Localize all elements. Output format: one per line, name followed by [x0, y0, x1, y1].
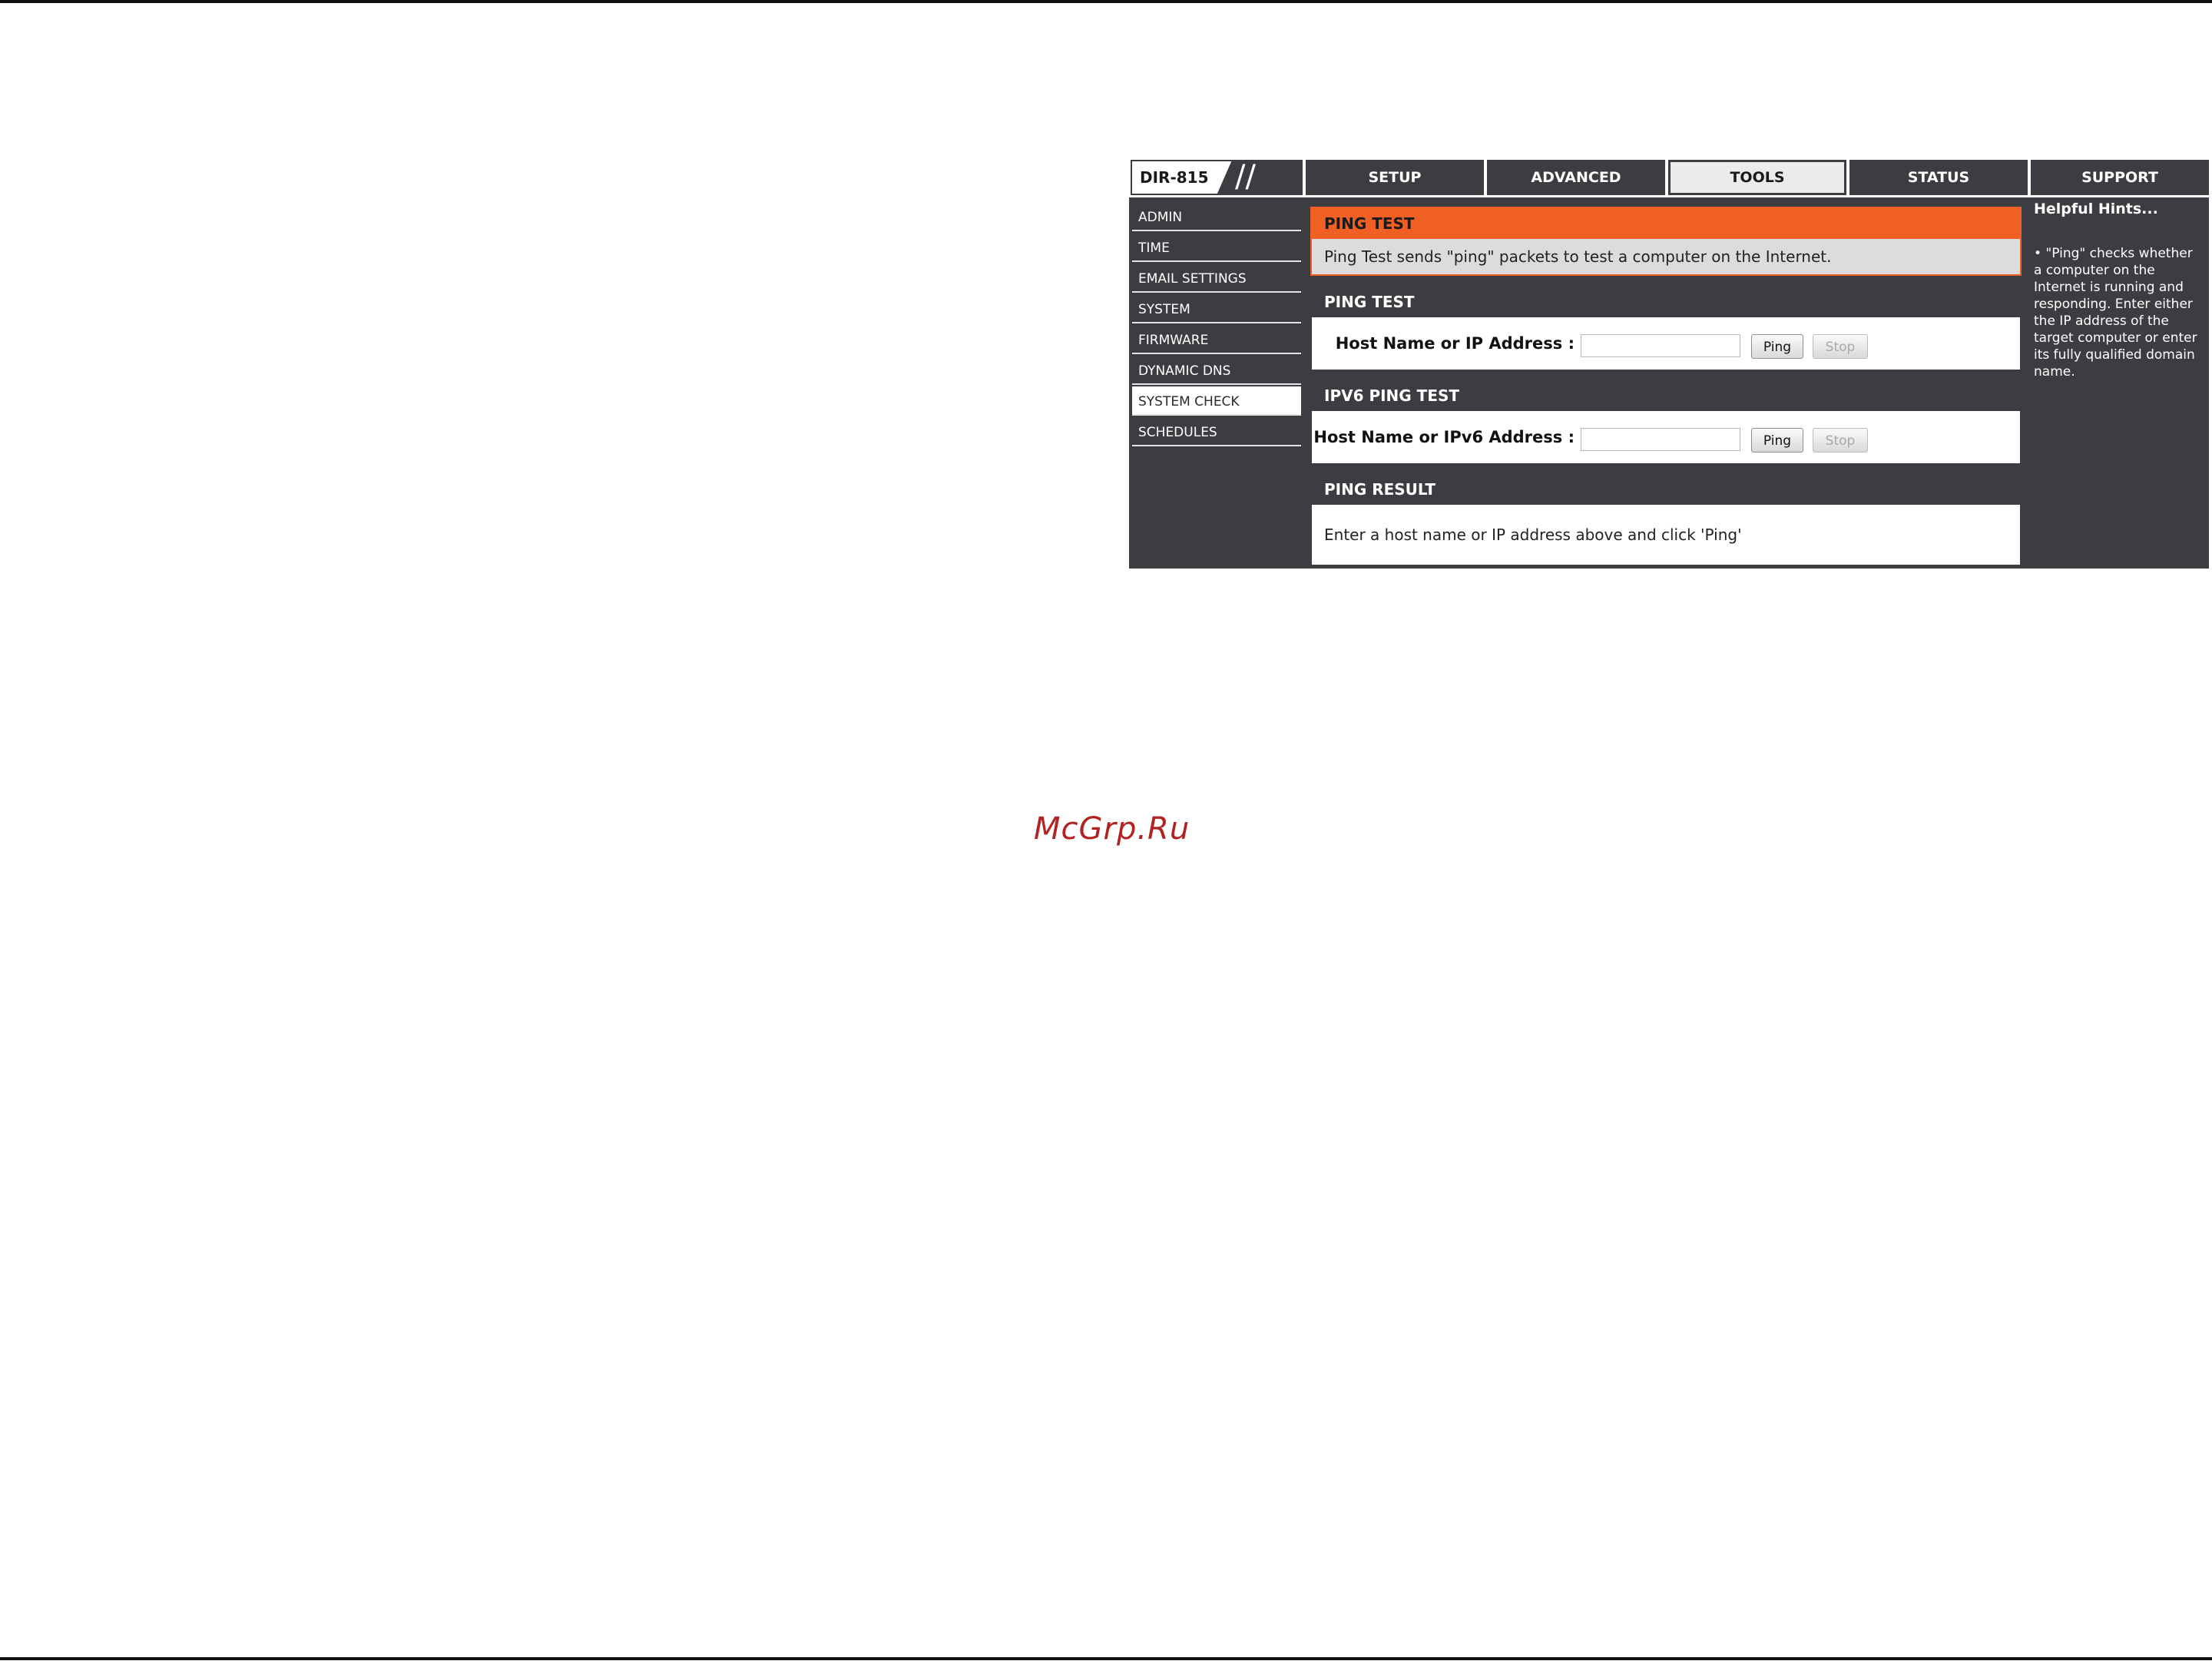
tab-support[interactable]: SUPPORT	[2031, 160, 2209, 195]
sidebar-item-firmware[interactable]: FIRMWARE	[1132, 325, 1301, 354]
hints-title: Helpful Hints...	[2034, 201, 2158, 217]
tab-status[interactable]: STATUS	[1849, 160, 2028, 195]
top-navigation-bar: DIR-815 // SETUP ADVANCED TOOLS STATUS S…	[1129, 157, 2209, 197]
ping-test-intro-panel: PING TEST Ping Test sends "ping" packets…	[1310, 207, 2022, 276]
sidebar-item-system[interactable]: SYSTEM	[1132, 294, 1301, 323]
host-ip-input[interactable]	[1581, 334, 1740, 357]
slash-logo-text: //	[1235, 159, 1256, 194]
ping-test-row: Host Name or IP Address : Ping Stop	[1312, 317, 2020, 370]
ipv6-stop-button[interactable]: Stop	[1813, 428, 1868, 453]
helpful-hints-panel: Helpful Hints... • "Ping" checks whether…	[2029, 197, 2209, 569]
sidebar-item-dynamic-dns[interactable]: DYNAMIC DNS	[1132, 356, 1301, 385]
ipv6-ping-test-panel: IPV6 PING TEST Host Name or IPv6 Address…	[1310, 379, 2022, 465]
host-ip-label: Host Name or IP Address :	[1335, 334, 1575, 353]
ping-test-panel: PING TEST Host Name or IP Address : Ping…	[1310, 285, 2022, 371]
router-admin-panel: DIR-815 // SETUP ADVANCED TOOLS STATUS S…	[1129, 157, 2209, 569]
sidebar-item-schedules[interactable]: SCHEDULES	[1132, 417, 1301, 446]
ping-result-title: PING RESULT	[1312, 474, 2020, 505]
sidebar-item-email-settings[interactable]: EMAIL SETTINGS	[1132, 264, 1301, 293]
hints-text: • "Ping" checks whether a computer on th…	[2034, 246, 2197, 380]
host-ipv6-label: Host Name or IPv6 Address :	[1313, 428, 1575, 446]
intro-title: PING TEST	[1312, 208, 2020, 239]
sidebar-item-time[interactable]: TIME	[1132, 233, 1301, 262]
intro-description: Ping Test sends "ping" packets to test a…	[1312, 239, 2020, 274]
ping-button[interactable]: Ping	[1751, 334, 1803, 359]
sidebar-item-system-check[interactable]: SYSTEM CHECK	[1132, 386, 1301, 416]
tab-advanced[interactable]: ADVANCED	[1487, 160, 1665, 195]
ping-test-title: PING TEST	[1312, 287, 2020, 317]
host-ipv6-input[interactable]	[1581, 428, 1740, 451]
model-name: DIR-815	[1140, 168, 1209, 187]
tab-tools[interactable]: TOOLS	[1668, 160, 1846, 195]
top-page-rule	[0, 0, 2212, 3]
ipv6-ping-test-title: IPV6 PING TEST	[1312, 380, 2020, 411]
model-badge: DIR-815 //	[1131, 160, 1303, 195]
stop-button[interactable]: Stop	[1813, 334, 1868, 359]
slash-logo-icon: //	[1217, 160, 1303, 195]
bottom-page-rule	[0, 1657, 2212, 1660]
tab-setup[interactable]: SETUP	[1306, 160, 1484, 195]
sidebar-nav: ADMIN TIME EMAIL SETTINGS SYSTEM FIRMWAR…	[1129, 197, 1303, 569]
ping-result-panel: PING RESULT Enter a host name or IP addr…	[1310, 472, 2022, 566]
sidebar-item-admin[interactable]: ADMIN	[1132, 202, 1301, 231]
ping-result-text: Enter a host name or IP address above an…	[1324, 525, 1742, 544]
ipv6-ping-button[interactable]: Ping	[1751, 428, 1803, 453]
ipv6-ping-test-row: Host Name or IPv6 Address : Ping Stop	[1312, 411, 2020, 463]
watermark-text: McGrp.Ru	[1034, 811, 1190, 847]
